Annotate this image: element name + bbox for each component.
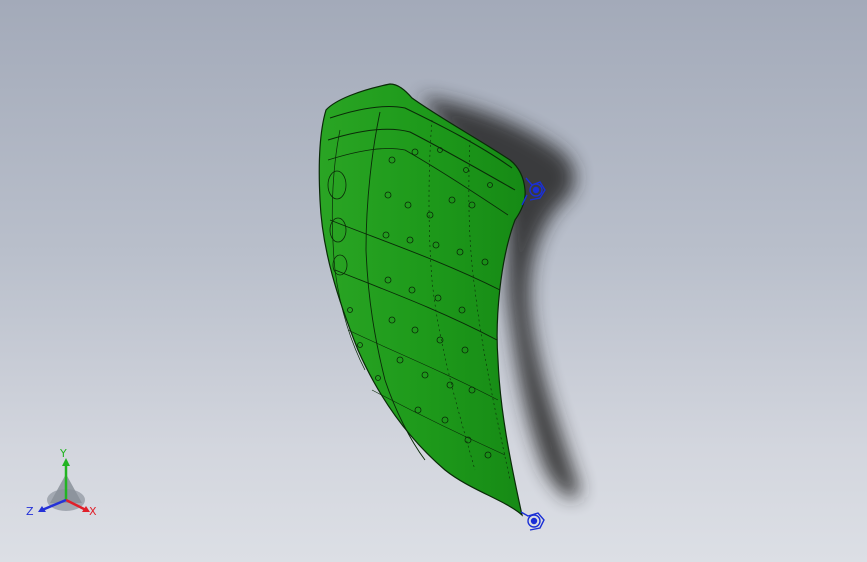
graphics-viewport[interactable]: Y Z X: [0, 0, 867, 562]
orientation-triad[interactable]: Y Z X: [26, 448, 106, 522]
model-view[interactable]: [0, 0, 867, 562]
triad-y-label: Y: [60, 447, 67, 460]
triad-x-label: X: [89, 505, 97, 518]
triad-z-label: Z: [26, 505, 34, 518]
lower-hinge-fastener[interactable]: [520, 511, 545, 531]
